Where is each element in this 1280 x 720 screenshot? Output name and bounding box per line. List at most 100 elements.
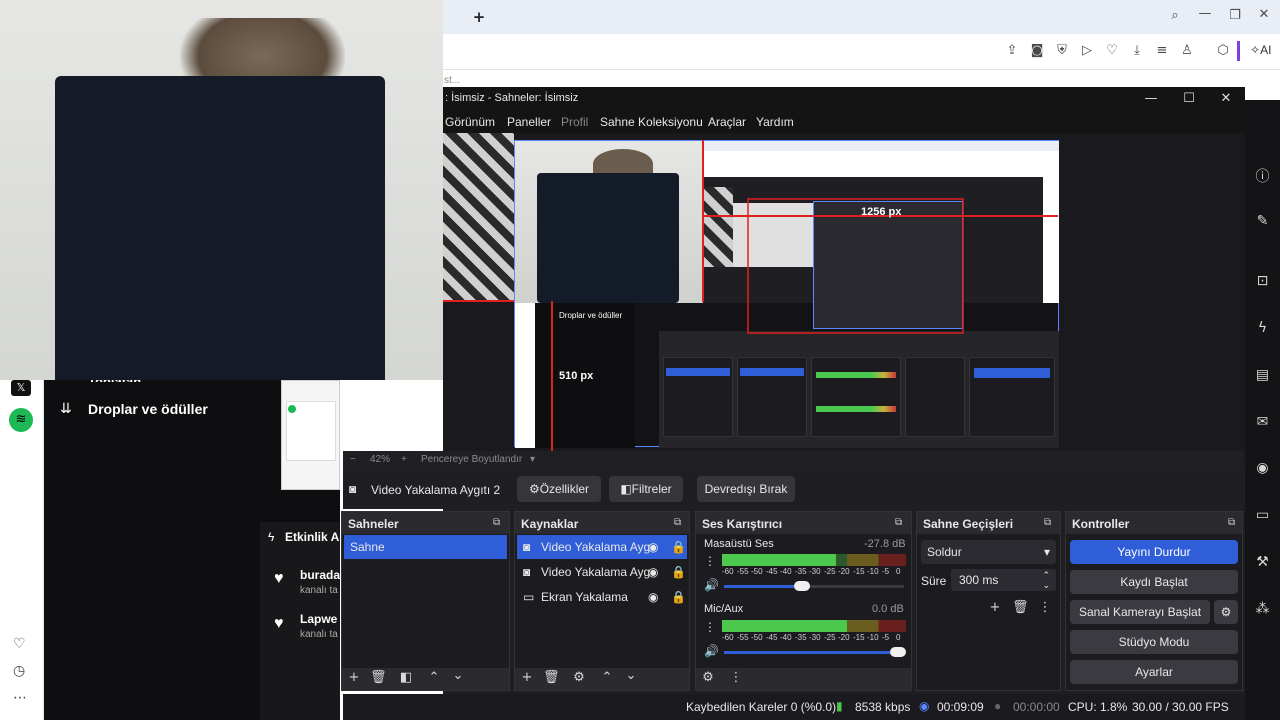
undock-icon[interactable]: ⧉ (895, 517, 902, 528)
deactivate-button[interactable]: Devredışı Bırak (697, 476, 795, 502)
start-record-button[interactable]: Kaydı Başlat (1070, 570, 1238, 594)
undock-icon[interactable]: ⧉ (1044, 517, 1051, 528)
undock-icon[interactable]: ⧉ (674, 517, 681, 528)
kebab-icon[interactable]: ⋮ (728, 670, 744, 685)
trash-icon[interactable]: 🗑 (370, 670, 387, 685)
gear-icon[interactable]: ⚙ (700, 670, 716, 685)
gear-icon[interactable]: ⚙ (571, 670, 587, 685)
fit-window-label[interactable]: Pencereye Boyutlandır (421, 454, 522, 465)
new-tab-button[interactable]: + (471, 9, 487, 25)
volume-slider[interactable] (724, 581, 904, 591)
filters-button[interactable]: ◧Filtreler (609, 476, 683, 502)
chevron-down-icon[interactable]: ⌄ (450, 668, 466, 683)
video-icon[interactable]: ▭ (1245, 507, 1280, 523)
chevron-down-icon[interactable]: ▾ (530, 454, 535, 465)
menu-profile[interactable]: Profil (561, 115, 588, 129)
scale-tick: -40 (780, 633, 792, 642)
restore-icon[interactable]: ❐ (1227, 8, 1243, 24)
scale-tick: -50 (751, 567, 763, 576)
virtual-camera-button[interactable]: Sanal Kamerayı Başlat (1070, 600, 1210, 624)
scan-icon[interactable]: ⊡ (1245, 273, 1280, 289)
properties-button[interactable]: ⚙Özellikler (517, 476, 601, 502)
undock-icon[interactable]: ⧉ (1228, 517, 1235, 528)
eye-icon[interactable]: ◉ (648, 535, 658, 559)
close-icon[interactable]: ✕ (1256, 7, 1272, 23)
source-item[interactable]: ◙ Video Yakalama Ayg ◉ 🔒 (517, 535, 687, 559)
heart-icon[interactable]: ♡ (1104, 43, 1120, 59)
menu-scene-collection[interactable]: Sahne Koleksiyonu (600, 115, 703, 129)
chevron-down-icon[interactable]: ⌄ (623, 668, 639, 683)
slider-handle[interactable] (794, 581, 810, 591)
kebab-icon[interactable]: ⋮ (704, 620, 716, 634)
chevron-up-icon[interactable]: ⌃ (426, 670, 442, 685)
menu-lines-icon[interactable]: ≡ (1154, 43, 1170, 59)
minimize-icon[interactable]: — (1143, 91, 1159, 107)
minimize-icon[interactable]: — (1197, 6, 1213, 22)
history-icon[interactable]: ◷ (13, 663, 25, 679)
wrench-icon[interactable]: ⚒ (1245, 554, 1280, 570)
search-tabs-icon[interactable]: ⌕ (1167, 8, 1183, 24)
close-icon[interactable]: ✕ (1218, 91, 1234, 107)
source-label: Video Yakalama Ayg (541, 540, 651, 554)
lock-icon[interactable]: 🔒 (671, 535, 686, 559)
x-app-icon[interactable]: 𝕏 (11, 380, 31, 396)
volume-slider[interactable] (724, 647, 906, 657)
speaker-icon[interactable]: 🔊 (704, 578, 719, 592)
zoom-out-button[interactable]: − (350, 454, 356, 465)
gear-icon[interactable]: ⚙ (1214, 600, 1238, 624)
preview-canvas[interactable]: Droplar ve ödüller 1256 px 510 px (443, 133, 1245, 451)
kebab-icon[interactable]: ⋮ (704, 554, 716, 568)
lock-icon[interactable]: 🔒 (671, 560, 686, 584)
play-icon[interactable]: ▷ (1079, 43, 1095, 59)
chat-icon[interactable]: ✉ (1245, 414, 1280, 430)
profile-icon[interactable]: ♙ (1179, 43, 1195, 59)
document-icon[interactable]: ▤ (1245, 367, 1280, 383)
spotify-icon[interactable]: ≋ (9, 408, 33, 432)
trash-icon[interactable]: 🗑 (543, 670, 560, 685)
slider-handle[interactable] (890, 647, 906, 657)
broadcast-icon[interactable]: ◉ (1245, 460, 1280, 476)
duration-input[interactable]: 300 ms ⌃ ⌄ (951, 569, 1056, 591)
favorites-icon[interactable]: ♡ (13, 636, 26, 652)
kebab-icon[interactable]: ⋮ (1037, 600, 1053, 615)
pencil-icon[interactable]: ✎ (1245, 213, 1280, 229)
drops-link[interactable]: Droplar ve ödüller (88, 401, 208, 417)
eye-icon[interactable]: ◉ (648, 560, 658, 584)
menu-docks[interactable]: Paneller (507, 115, 551, 129)
share-icon[interactable]: ⇪ (1004, 43, 1020, 59)
more-icon[interactable]: ⋯ (13, 690, 27, 706)
extension-icon[interactable]: ⬡ (1215, 43, 1231, 59)
shield-icon[interactable]: ⛨ (1054, 43, 1070, 59)
source-item[interactable]: ▭ Ekran Yakalama ◉ 🔒 (517, 585, 687, 609)
speaker-icon[interactable]: 🔊 (704, 644, 719, 658)
settings-button[interactable]: Ayarlar (1070, 660, 1238, 684)
transition-select[interactable]: Soldur ▾ (921, 540, 1056, 564)
add-icon[interactable]: + (519, 670, 535, 685)
studio-mode-button[interactable]: Stüdyo Modu (1070, 630, 1238, 654)
menu-view[interactable]: Görünüm (445, 115, 495, 129)
download-icon[interactable]: ⤓ (1129, 43, 1145, 59)
source-item[interactable]: ◙ Video Yakalama Ayg ◉ 🔒 (517, 560, 687, 584)
sources-dock: Kaynaklar ⧉ ◙ Video Yakalama Ayg ◉ 🔒 ◙ V… (514, 511, 690, 691)
menu-tools[interactable]: Araçlar (708, 115, 746, 129)
eye-icon[interactable]: ◉ (648, 585, 658, 609)
menu-help[interactable]: Yardım (756, 115, 794, 129)
maximize-icon[interactable]: ☐ (1181, 91, 1197, 107)
share-nodes-icon[interactable]: ⁂ (1245, 601, 1280, 617)
scene-item[interactable]: Sahne (344, 535, 507, 559)
info-icon[interactable]: ⓘ (1245, 166, 1280, 186)
ai-button[interactable]: ✧AI (1250, 43, 1271, 57)
screenshot-icon[interactable]: ◙ (1029, 43, 1045, 59)
filter-icon[interactable]: ◧ (398, 670, 414, 685)
add-icon[interactable]: + (987, 600, 1003, 615)
stepper-down-icon[interactable]: ⌄ (1042, 574, 1050, 596)
trash-icon[interactable]: 🗑 (1012, 600, 1029, 615)
add-icon[interactable]: + (346, 670, 362, 685)
lock-icon[interactable]: 🔒 (671, 585, 686, 609)
zoom-in-button[interactable]: + (401, 454, 407, 465)
chevron-up-icon[interactable]: ⌃ (599, 670, 615, 685)
stop-stream-button[interactable]: Yayını Durdur (1070, 540, 1238, 564)
undock-icon[interactable]: ⧉ (493, 517, 500, 528)
bolt-icon[interactable]: ϟ (1245, 320, 1280, 336)
dark-box (55, 76, 385, 380)
